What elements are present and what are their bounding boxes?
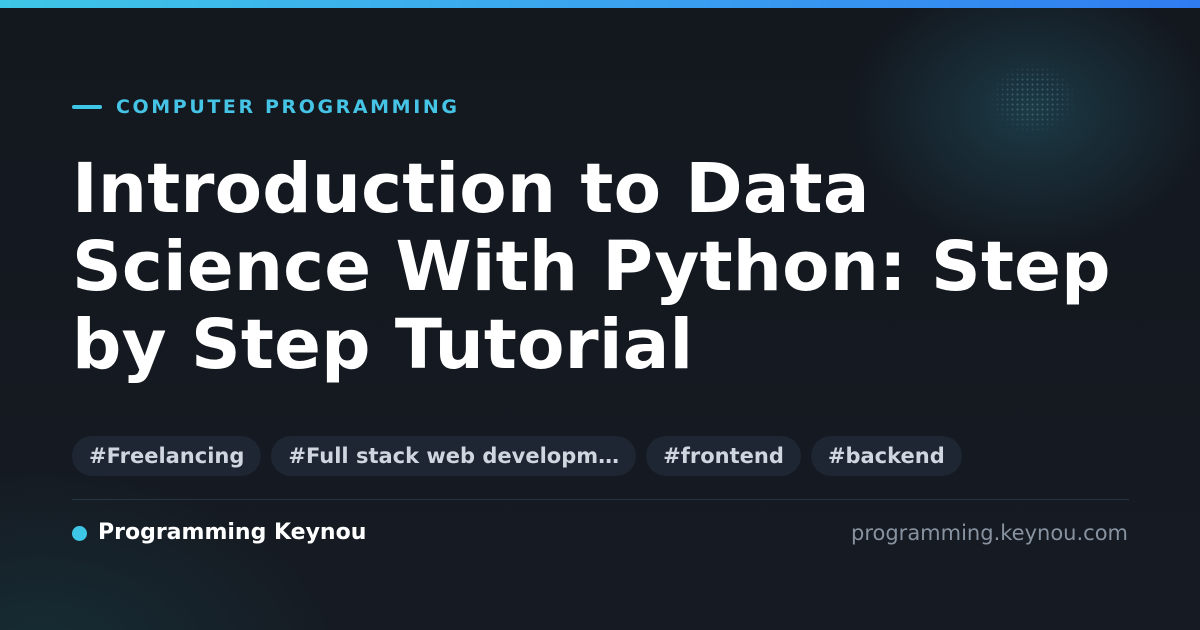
tag-freelancing[interactable]: #Freelancing xyxy=(72,436,262,476)
decorative-dot-pattern xyxy=(990,62,1076,134)
share-card: COMPUTER PROGRAMMING Introduction to Dat… xyxy=(0,0,1200,630)
tag-frontend[interactable]: #frontend xyxy=(646,436,801,476)
author-block: Programming Keynou xyxy=(72,518,366,548)
author-name: Programming Keynou xyxy=(98,520,367,545)
category-dash-icon xyxy=(72,105,102,109)
tag-backend[interactable]: #backend xyxy=(810,436,962,476)
accent-top-bar xyxy=(0,0,1200,8)
footer-divider xyxy=(72,499,1129,500)
category-label: COMPUTER PROGRAMMING xyxy=(116,96,460,118)
category-eyebrow: COMPUTER PROGRAMMING xyxy=(72,96,460,118)
article-title: Introduction to Data Science With Python… xyxy=(72,149,1111,385)
author-dot-icon xyxy=(72,525,87,541)
site-url[interactable]: programming.keynou.com xyxy=(851,518,1128,548)
tag-list: #Freelancing #Full stack web developm… #… xyxy=(72,436,962,476)
tag-full-stack-web-development[interactable]: #Full stack web developm… xyxy=(271,436,637,476)
